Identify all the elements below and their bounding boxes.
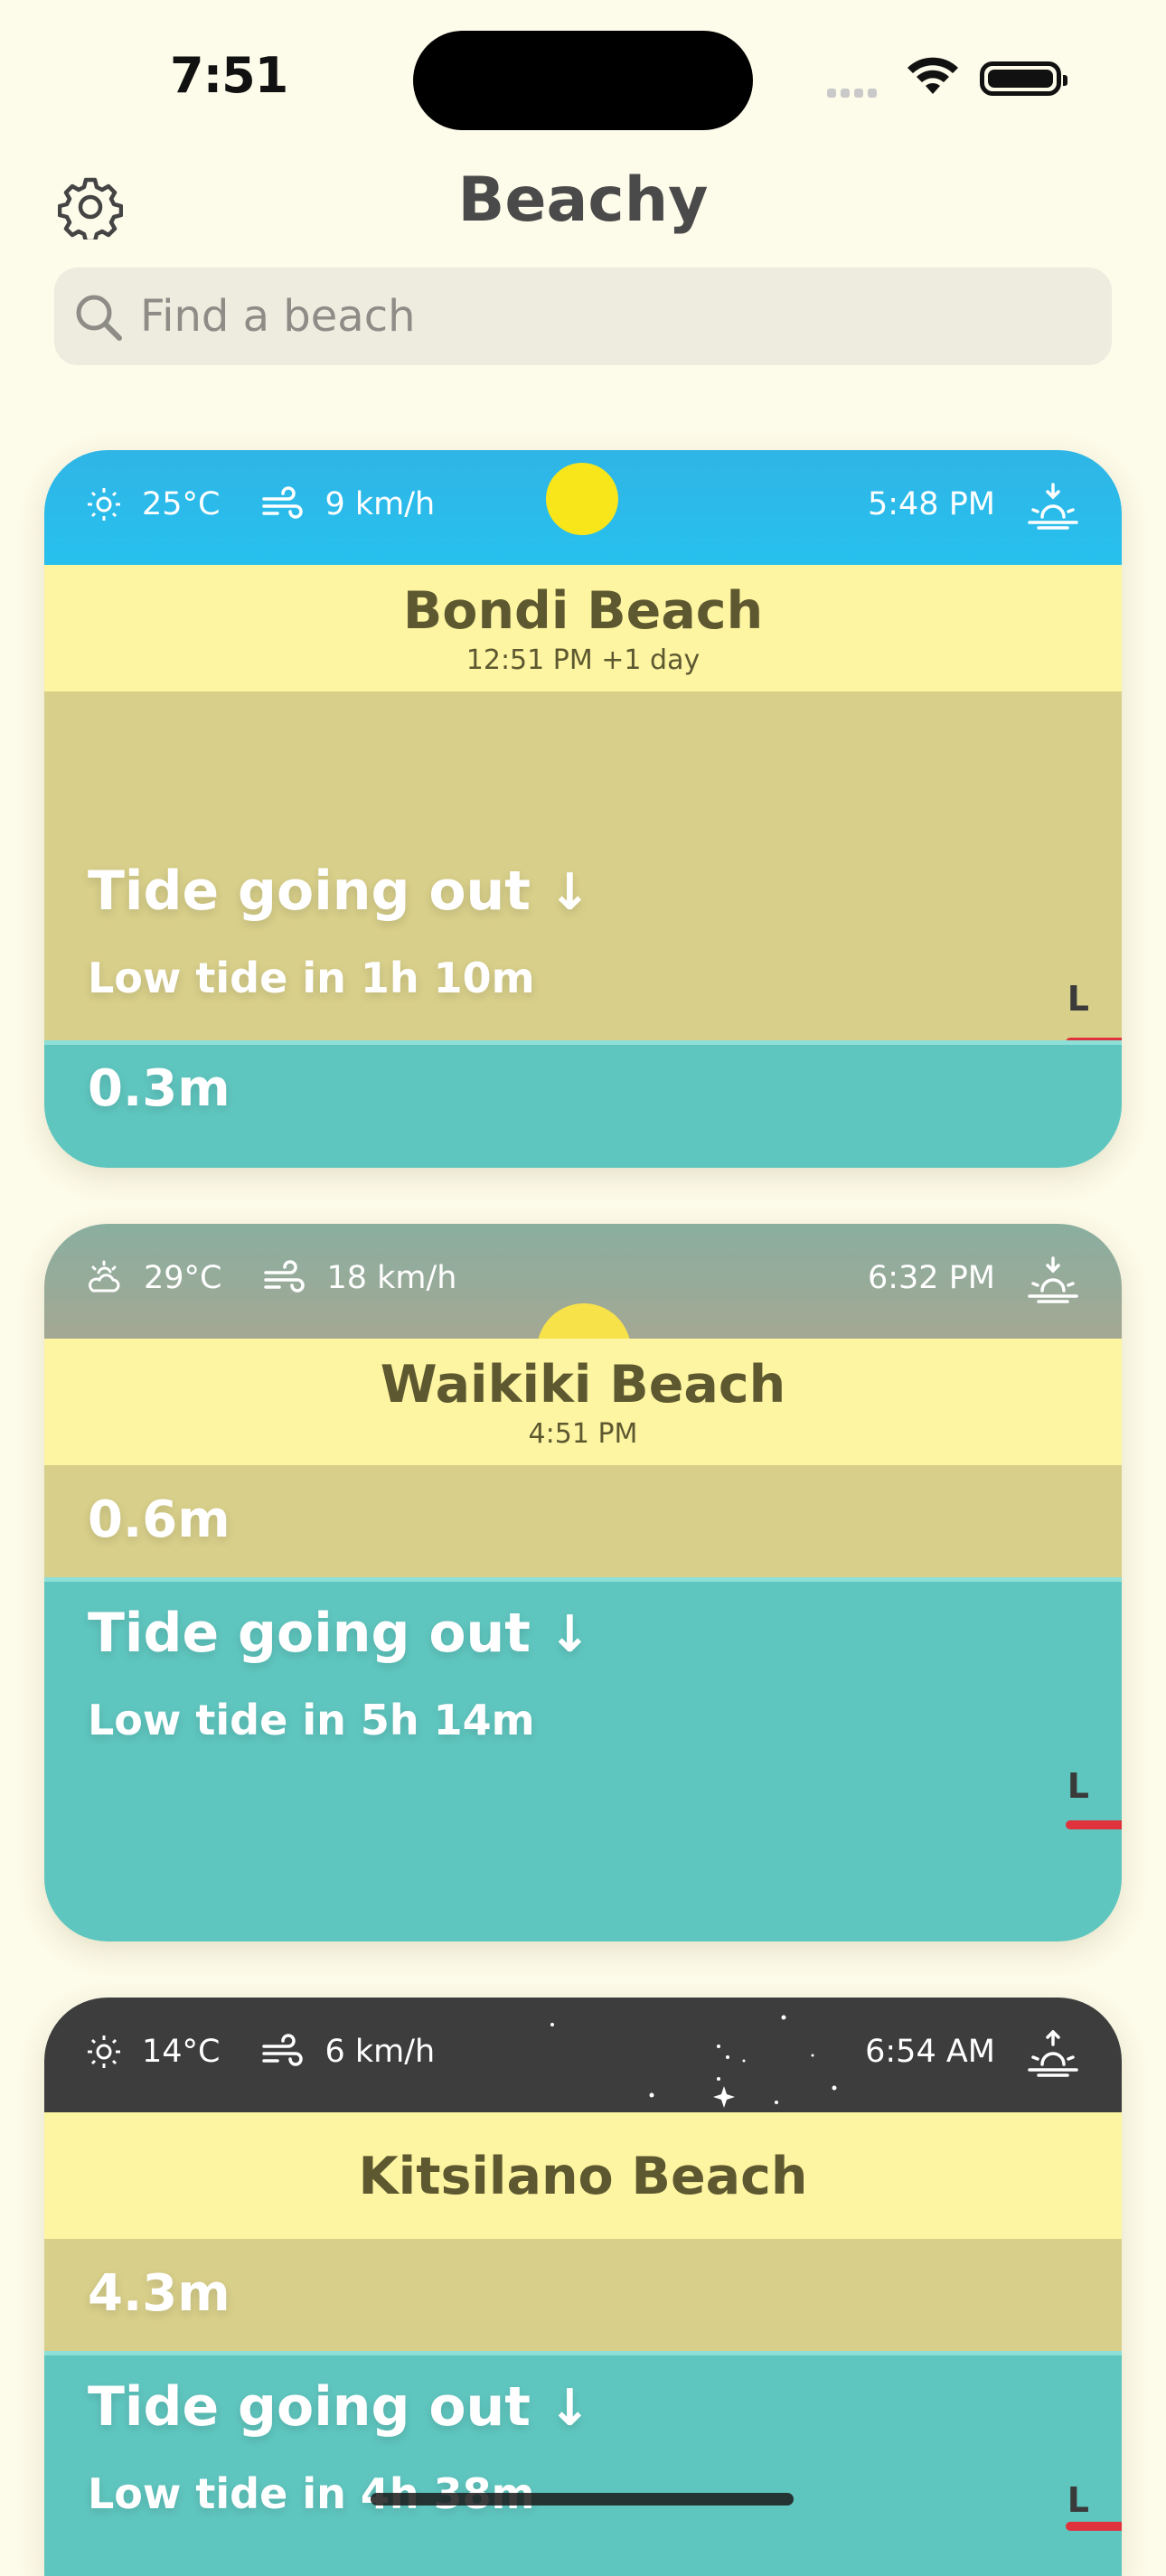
wifi-icon xyxy=(907,57,958,94)
beach-name: Kitsilano Beach xyxy=(358,2147,808,2206)
local-time: 12:51 PM +1 day xyxy=(465,644,701,676)
search-placeholder: Find a beach xyxy=(140,291,416,342)
beach-name: Bondi Beach xyxy=(402,581,764,641)
sunset-icon xyxy=(1028,483,1078,530)
sunset-time: 6:32 PM xyxy=(867,1260,995,1296)
sand-area: 4.3m xyxy=(44,2239,1122,2351)
local-time: 4:51 PM xyxy=(528,1418,638,1450)
beach-name-bar: Bondi Beach 12:51 PM +1 day xyxy=(44,565,1122,691)
tide-height: 0.3m xyxy=(88,1059,230,1118)
tide-status: Tide going out ↓ xyxy=(88,860,591,923)
battery-icon xyxy=(980,61,1067,96)
water-area: Tide going out ↓ Low tide in 4h 38m L xyxy=(44,2351,1122,2576)
partly-cloudy-icon xyxy=(89,1260,120,1293)
beach-name-bar: Kitsilano Beach xyxy=(44,2112,1122,2239)
beach-card-bondi[interactable]: 25°C 9 km/h 5:48 PM Bondi Beach 12:51 PM… xyxy=(44,450,1122,1168)
arrow-down-icon: ↓ xyxy=(548,1605,591,1664)
wind-icon xyxy=(262,2034,304,2066)
wind-icon xyxy=(264,1260,306,1293)
water-area: 0.3m xyxy=(44,1040,1122,1168)
temperature: 29°C xyxy=(144,1260,222,1296)
tide-next: Low tide in 1h 10m xyxy=(88,954,535,1002)
cellular-signal-icon xyxy=(827,84,881,101)
beach-card-kitsilano[interactable]: 14°C 6 km/h 6:54 AM Kitsilano Beach 4.3m… xyxy=(44,1998,1122,2576)
tide-next: Low tide in 5h 14m xyxy=(88,1696,535,1744)
weather-bar: 14°C 6 km/h 6:54 AM xyxy=(44,1998,1122,2112)
dynamic-island xyxy=(413,31,753,130)
temperature: 25°C xyxy=(142,486,221,522)
weather-bar: 29°C 18 km/h 6:32 PM xyxy=(44,1224,1122,1340)
app-title: Beachy xyxy=(457,165,709,236)
sand-area: 0.6m xyxy=(44,1465,1122,1577)
temperature: 14°C xyxy=(142,2034,221,2070)
low-tide-marker-label: L xyxy=(1067,1766,1089,1806)
water-area: Tide going out ↓ Low tide in 5h 14m L xyxy=(44,1577,1122,1941)
wind-speed: 6 km/h xyxy=(324,2034,436,2070)
sun-icon xyxy=(88,2035,120,2068)
arrow-down-icon: ↓ xyxy=(548,863,591,922)
beach-card-waikiki[interactable]: 29°C 18 km/h 6:32 PM Waikiki Beach 4:51 … xyxy=(44,1224,1122,1941)
sunset-time: 5:48 PM xyxy=(867,486,995,522)
tide-height: 4.3m xyxy=(88,2264,230,2323)
beach-name: Waikiki Beach xyxy=(380,1355,786,1415)
sunset-icon xyxy=(1028,1256,1078,1303)
tide-status: Tide going out ↓ xyxy=(88,1602,591,1665)
wind-icon xyxy=(262,486,304,519)
wind-speed: 9 km/h xyxy=(324,486,436,522)
search-field[interactable]: Find a beach xyxy=(54,268,1112,365)
status-time: 7:51 xyxy=(170,47,288,104)
low-tide-marker xyxy=(1066,1820,1122,1829)
weather-bar: 25°C 9 km/h 5:48 PM xyxy=(44,450,1122,565)
tide-height: 0.6m xyxy=(88,1490,230,1549)
search-icon xyxy=(76,295,122,341)
sand-area: Tide going out ↓ Low tide in 1h 10m L xyxy=(44,691,1122,1040)
low-tide-marker xyxy=(1066,2522,1122,2531)
status-bar: 7:51 xyxy=(0,0,1166,136)
low-tide-marker-label: L xyxy=(1067,979,1089,1019)
beach-name-bar: Waikiki Beach 4:51 PM xyxy=(44,1339,1122,1465)
arrow-down-icon: ↓ xyxy=(548,2379,591,2438)
sun-disc xyxy=(538,1303,630,1340)
low-tide-marker-label: L xyxy=(1067,2480,1089,2520)
sunrise-time: 6:54 AM xyxy=(865,2034,995,2070)
sun-icon xyxy=(88,488,120,521)
tide-status: Tide going out ↓ xyxy=(88,2375,591,2439)
moon-and-stars xyxy=(550,2015,837,2108)
sun-disc xyxy=(546,463,618,535)
wind-speed: 18 km/h xyxy=(326,1260,457,1296)
sunrise-icon xyxy=(1028,2030,1078,2077)
home-indicator[interactable] xyxy=(371,2493,794,2505)
